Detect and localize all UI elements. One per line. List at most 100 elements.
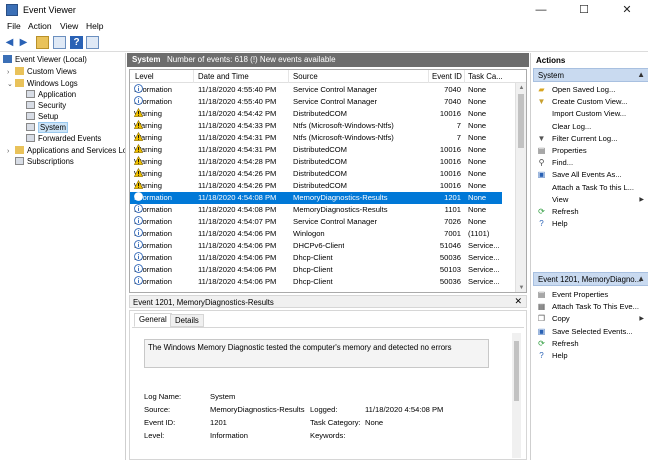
action-item[interactable]: Clear Log... — [533, 121, 648, 133]
action-item[interactable]: ? Help — [533, 350, 648, 362]
event-viewer-app-icon — [6, 4, 18, 16]
action-item[interactable]: ▼ Filter Current Log... — [533, 133, 648, 145]
forward-arrow-icon[interactable]: ▶ — [17, 36, 30, 49]
chevron-up-icon[interactable]: ▲ — [637, 70, 645, 79]
menu-file[interactable]: File — [7, 21, 21, 31]
information-icon — [134, 96, 143, 105]
table-row[interactable]: Warning 11/18/2020 4:54:33 PM Ntfs (Micros… — [130, 120, 502, 132]
close-button[interactable]: ✕ — [606, 0, 648, 20]
minimize-button[interactable]: — — [520, 0, 562, 20]
show-hide-action-pane-icon[interactable] — [86, 36, 99, 49]
chevron-right-icon[interactable]: › — [7, 146, 15, 157]
table-row[interactable]: Warning 11/18/2020 4:54:31 PM DistributedC… — [130, 144, 502, 156]
cell-task-category: None — [468, 217, 487, 226]
detail-scrollbar[interactable] — [512, 333, 521, 458]
chevron-up-icon[interactable]: ▲ — [637, 274, 645, 283]
column-event-id[interactable]: Event ID — [432, 72, 462, 81]
cell-event-id: 10016 — [439, 145, 461, 154]
column-level[interactable]: Level — [135, 72, 154, 81]
actions-section-system[interactable]: System ▲ — [533, 68, 648, 82]
column-separator[interactable] — [288, 70, 289, 83]
cell-date: 11/18/2020 4:54:42 PM — [198, 109, 277, 118]
tree-item-subscriptions[interactable]: Subscriptions — [15, 156, 74, 167]
show-hide-console-tree-icon[interactable] — [53, 36, 66, 49]
cell-level: Warning — [134, 156, 162, 168]
cell-task-category: None — [468, 97, 487, 106]
tree-item-windows-logs[interactable]: ⌄ Windows Logs — [7, 78, 78, 89]
table-row[interactable]: Information 11/18/2020 4:54:06 PM Dhcp-Cli… — [130, 276, 502, 288]
menu-action[interactable]: Action — [28, 21, 52, 31]
tree-item-root[interactable]: Event Viewer (Local) — [3, 54, 87, 65]
table-row[interactable]: Warning 11/18/2020 4:54:26 PM DistributedC… — [130, 180, 502, 192]
action-item[interactable]: ⟳ Refresh — [533, 206, 648, 218]
column-task-category[interactable]: Task Ca... — [468, 72, 503, 81]
column-separator[interactable] — [193, 70, 194, 83]
column-separator[interactable] — [464, 70, 465, 83]
table-row[interactable]: Information 11/18/2020 4:54:08 PM MemoryDi… — [130, 192, 502, 204]
field-value-task-category: None — [365, 418, 384, 427]
tree-item-setup[interactable]: Setup — [26, 111, 58, 122]
tree-item-custom-views[interactable]: › Custom Views — [7, 66, 77, 77]
action-item[interactable]: ▼ Create Custom View... — [533, 96, 648, 108]
action-item[interactable]: Import Custom View... — [533, 108, 648, 120]
action-item[interactable]: ▰ Open Saved Log... — [533, 84, 648, 96]
table-row[interactable]: Information 11/18/2020 4:54:06 PM Winlogon… — [130, 228, 502, 240]
chevron-right-icon[interactable]: › — [7, 67, 15, 78]
table-row[interactable]: Warning 11/18/2020 4:54:26 PM DistributedC… — [130, 168, 502, 180]
table-row[interactable]: Warning 11/18/2020 4:54:42 PM DistributedC… — [130, 108, 502, 120]
close-icon[interactable]: ✕ — [514, 296, 522, 307]
scroll-down-icon[interactable]: ▼ — [516, 283, 526, 292]
log-event-count: Number of events: 618 (!) New events ava… — [167, 55, 336, 64]
table-row[interactable]: Warning 11/18/2020 4:54:28 PM DistributedC… — [130, 156, 502, 168]
tab-general[interactable]: General — [134, 313, 172, 327]
cell-task-category: Service... — [468, 265, 500, 274]
action-item[interactable]: ⟳ Refresh — [533, 338, 648, 350]
maximize-button[interactable]: ☐ — [563, 0, 605, 20]
tree-item-system[interactable]: System — [26, 122, 68, 133]
column-separator[interactable] — [428, 70, 429, 83]
table-row[interactable]: Warning 11/18/2020 4:54:31 PM Ntfs (Micros… — [130, 132, 502, 144]
event-message[interactable]: The Windows Memory Diagnostic tested the… — [144, 339, 489, 368]
tree-item-security[interactable]: Security — [26, 100, 66, 111]
table-row[interactable]: Information 11/18/2020 4:54:06 PM Dhcp-Cli… — [130, 252, 502, 264]
log-name: System — [132, 55, 161, 64]
column-date[interactable]: Date and Time — [198, 72, 249, 81]
table-row[interactable]: Information 11/18/2020 4:54:08 PM MemoryDi… — [130, 204, 502, 216]
action-item[interactable]: ▤ Event Properties — [533, 289, 648, 301]
action-item[interactable]: ▦ Attach Task To This Eve... — [533, 301, 648, 313]
scrollbar-thumb[interactable] — [518, 94, 524, 148]
cell-source: DistributedCOM — [293, 145, 348, 154]
actions-section-event[interactable]: Event 1201, MemoryDiagno... ▲ — [533, 272, 648, 286]
events-scrollbar[interactable]: ▲ ▼ — [515, 83, 526, 292]
event-detail-title: Event 1201, MemoryDiagnostics-Results — [133, 298, 274, 307]
tree-item-forwarded-events[interactable]: Forwarded Events — [26, 133, 101, 144]
tab-details[interactable]: Details — [170, 314, 204, 327]
copy-icon: ❐ — [537, 314, 546, 324]
action-item[interactable]: ▣ Save All Events As... — [533, 169, 648, 181]
scrollbar-thumb[interactable] — [514, 341, 519, 401]
action-item[interactable]: View ▶ — [533, 194, 648, 206]
menu-view[interactable]: View — [60, 21, 78, 31]
action-item[interactable]: ▣ Save Selected Events... — [533, 326, 648, 338]
action-item[interactable]: ▤ Properties — [533, 145, 648, 157]
folder-icon[interactable] — [36, 36, 49, 49]
help-icon[interactable]: ? — [70, 36, 83, 49]
table-row[interactable]: Information 11/18/2020 4:55:40 PM Service … — [130, 84, 502, 96]
tree-item-application[interactable]: Application — [26, 89, 76, 100]
action-item[interactable]: ? Help — [533, 218, 648, 230]
action-label: Open Saved Log... — [552, 85, 616, 94]
actions-section-label: System — [538, 71, 564, 80]
menu-help[interactable]: Help — [86, 21, 103, 31]
tree-item-apps-services[interactable]: › Applications and Services Lo — [7, 145, 125, 157]
action-item[interactable]: ⚲ Find... — [533, 157, 648, 169]
action-item[interactable]: Attach a Task To this L... — [533, 182, 648, 194]
action-item[interactable]: ❐ Copy ▶ — [533, 313, 648, 325]
table-row[interactable]: Information 11/18/2020 4:55:40 PM Service … — [130, 96, 502, 108]
back-arrow-icon[interactable]: ◀ — [3, 36, 16, 49]
table-row[interactable]: Information 11/18/2020 4:54:07 PM Service … — [130, 216, 502, 228]
scroll-up-icon[interactable]: ▲ — [516, 83, 526, 93]
column-source[interactable]: Source — [293, 72, 318, 81]
table-row[interactable]: Information 11/18/2020 4:54:06 PM Dhcp-Cli… — [130, 264, 502, 276]
chevron-down-icon[interactable]: ⌄ — [7, 79, 15, 90]
table-row[interactable]: Information 11/18/2020 4:54:06 PM DHCPv6-C… — [130, 240, 502, 252]
